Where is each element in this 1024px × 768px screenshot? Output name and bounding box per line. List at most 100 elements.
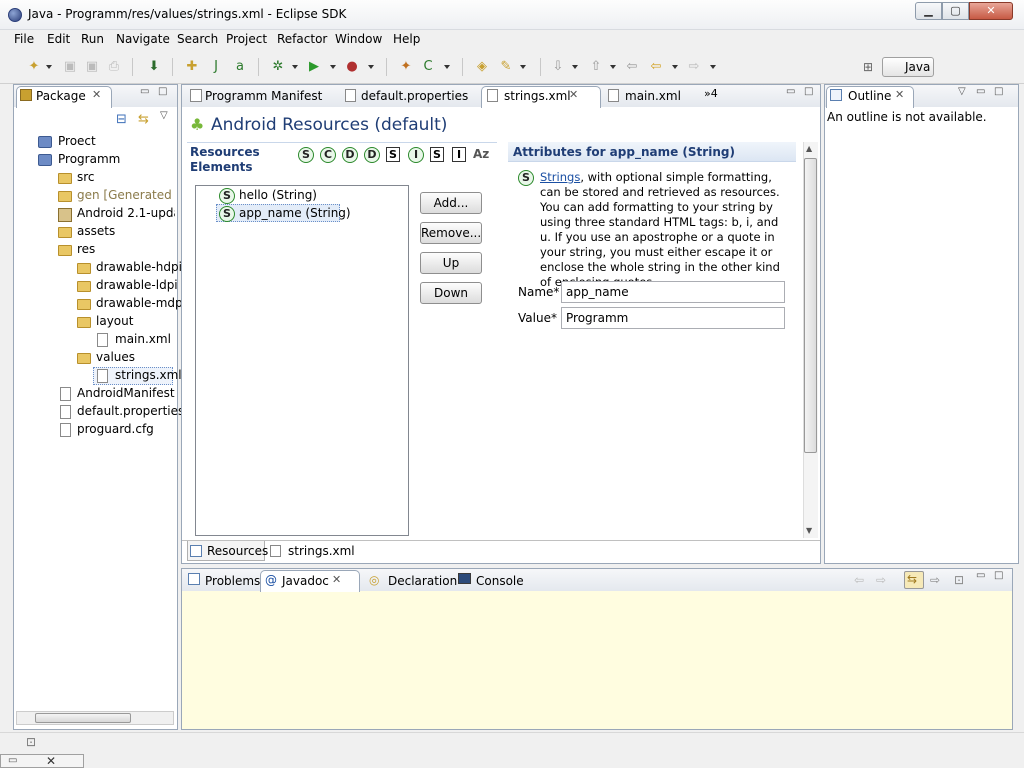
new-project-icon[interactable]: ✚ — [184, 59, 200, 75]
menu-window[interactable]: Window — [335, 32, 382, 46]
tab-overflow[interactable]: »4 — [704, 87, 718, 100]
menu-run[interactable]: Run — [81, 32, 104, 46]
new-dropdown-icon[interactable] — [46, 65, 52, 69]
new-junit-icon[interactable]: J — [208, 59, 224, 75]
tree-item-proguard[interactable]: proguard.cfg — [77, 420, 154, 438]
android-sdk-icon[interactable]: ⬇ — [146, 59, 162, 75]
tree-item-assets[interactable]: assets — [77, 222, 115, 240]
save-all-icon[interactable]: ▣ — [84, 59, 100, 75]
menu-navigate[interactable]: Navigate — [116, 32, 170, 46]
view-menu-icon[interactable]: ▽ — [958, 86, 966, 97]
tree-item-gen[interactable]: gen [Generated Jav — [77, 186, 175, 204]
menu-project[interactable]: Project — [226, 32, 267, 46]
open-type-icon[interactable]: ◈ — [474, 59, 490, 75]
debug-icon[interactable]: ✲ — [270, 59, 286, 75]
open-perspective-icon[interactable]: ⊞ — [863, 60, 873, 74]
next-annotation-icon[interactable]: ⇩ — [550, 59, 566, 75]
strings-link[interactable]: Strings — [540, 170, 580, 184]
new-package-icon[interactable]: ✦ — [398, 59, 414, 75]
forward-dropdown-icon[interactable] — [710, 65, 716, 69]
maximize-view-icon[interactable]: □ — [994, 86, 1003, 97]
close-icon[interactable]: ✕ — [569, 88, 578, 101]
external-tools-dropdown-icon[interactable] — [368, 65, 374, 69]
tree-item-res[interactable]: res — [77, 240, 95, 258]
add-dimension-icon[interactable]: D — [342, 147, 358, 163]
tab-programm-manifest[interactable]: Programm Manifest — [205, 89, 322, 103]
tree-item-src[interactable]: src — [77, 168, 95, 186]
debug-dropdown-icon[interactable] — [292, 65, 298, 69]
close-icon[interactable]: ✕ — [332, 573, 341, 586]
run-icon[interactable]: ▶ — [306, 59, 322, 75]
close-button[interactable]: ✕ — [969, 2, 1013, 20]
scroll-down-icon[interactable]: ▼ — [806, 526, 812, 535]
new-android-icon[interactable]: a — [232, 59, 248, 75]
element-app-name[interactable]: app_name (String) — [239, 206, 351, 220]
close-icon[interactable]: ✕ — [895, 88, 904, 101]
minimize-view-icon[interactable]: ▭ — [140, 86, 149, 97]
tab-problems[interactable]: Problems — [205, 574, 260, 588]
minimize-view-icon[interactable]: ▭ — [976, 570, 985, 581]
save-icon[interactable]: ▣ — [62, 59, 78, 75]
remove-button[interactable]: Remove... — [420, 222, 482, 244]
maximize-view-icon[interactable]: □ — [158, 86, 167, 97]
next-annotation-dropdown-icon[interactable] — [572, 65, 578, 69]
open-attached-icon[interactable]: ⇨ — [930, 573, 940, 587]
prev-annotation-dropdown-icon[interactable] — [610, 65, 616, 69]
tree-item-main-xml[interactable]: main.xml — [115, 330, 171, 348]
back-icon[interactable]: ⇦ — [648, 59, 664, 75]
scrollbar-thumb[interactable] — [804, 158, 817, 453]
tab-javadoc[interactable]: Javadoc — [282, 574, 329, 588]
add-style-icon[interactable]: S — [386, 147, 400, 162]
add-string-array-icon[interactable]: S — [430, 147, 444, 162]
menu-refactor[interactable]: Refactor — [277, 32, 327, 46]
maximize-view-icon[interactable]: □ — [804, 86, 813, 97]
print-icon[interactable]: ⎙ — [106, 59, 122, 75]
tab-main-xml[interactable]: main.xml — [625, 89, 681, 103]
tree-item-drawable-hdpi[interactable]: drawable-hdpi — [96, 258, 182, 276]
tab-declaration[interactable]: Declaration — [388, 574, 457, 588]
tree-item-drawable-mdpi[interactable]: drawable-mdp — [96, 294, 183, 312]
element-hello[interactable]: hello (String) — [239, 188, 317, 202]
close-icon[interactable]: ✕ — [46, 754, 56, 768]
search-dropdown-icon[interactable] — [520, 65, 526, 69]
scroll-up-icon[interactable]: ▲ — [806, 144, 812, 153]
add-button[interactable]: Add... — [420, 192, 482, 214]
external-tools-icon[interactable]: ● — [344, 59, 360, 75]
restore-icon[interactable]: ▭ — [8, 755, 17, 766]
tree-item-layout[interactable]: layout — [96, 312, 133, 330]
maximize-view-icon[interactable]: □ — [994, 570, 1003, 581]
menu-file[interactable]: File — [14, 32, 34, 46]
back-dropdown-icon[interactable] — [672, 65, 678, 69]
tree-item-proect[interactable]: Proect — [58, 132, 96, 150]
tree-item-android-lib[interactable]: Android 2.1-updat — [77, 204, 175, 222]
forward-icon[interactable]: ⇨ — [686, 59, 702, 75]
link-editor-icon[interactable]: ⇆ — [138, 112, 149, 127]
prev-annotation-icon[interactable]: ⇧ — [588, 59, 604, 75]
run-dropdown-icon[interactable] — [330, 65, 336, 69]
tab-strings-xml[interactable]: strings.xml — [504, 89, 571, 103]
search-icon[interactable]: ✎ — [498, 59, 514, 75]
minimize-button[interactable]: ▁ — [915, 2, 942, 20]
last-edit-icon[interactable]: ⇦ — [624, 59, 640, 75]
forward-icon[interactable]: ⇨ — [876, 573, 886, 587]
back-icon[interactable]: ⇦ — [854, 573, 864, 587]
add-string-icon[interactable]: S — [298, 147, 314, 163]
menu-help[interactable]: Help — [393, 32, 420, 46]
minimize-view-icon[interactable]: ▭ — [976, 86, 985, 97]
tab-strings-xml-source[interactable]: strings.xml — [288, 544, 355, 558]
tree-item-manifest[interactable]: AndroidManifest.x — [77, 384, 175, 402]
collapse-all-icon[interactable]: ⊟ — [116, 112, 127, 127]
new-icon[interactable]: ✦ — [26, 59, 42, 75]
minimize-view-icon[interactable]: ▭ — [786, 86, 795, 97]
tree-item-programm[interactable]: Programm — [58, 150, 120, 168]
add-integer-array-icon[interactable]: I — [452, 147, 466, 162]
close-icon[interactable]: ✕ — [92, 88, 101, 101]
scrollbar-thumb[interactable] — [35, 713, 131, 723]
menu-edit[interactable]: Edit — [47, 32, 70, 46]
new-class-dropdown-icon[interactable] — [444, 65, 450, 69]
add-drawable-icon[interactable]: D — [364, 147, 380, 163]
tree-item-values[interactable]: values — [96, 348, 135, 366]
menu-search[interactable]: Search — [177, 32, 218, 46]
new-class-icon[interactable]: C — [420, 59, 436, 75]
add-integer-icon[interactable]: I — [408, 147, 424, 163]
